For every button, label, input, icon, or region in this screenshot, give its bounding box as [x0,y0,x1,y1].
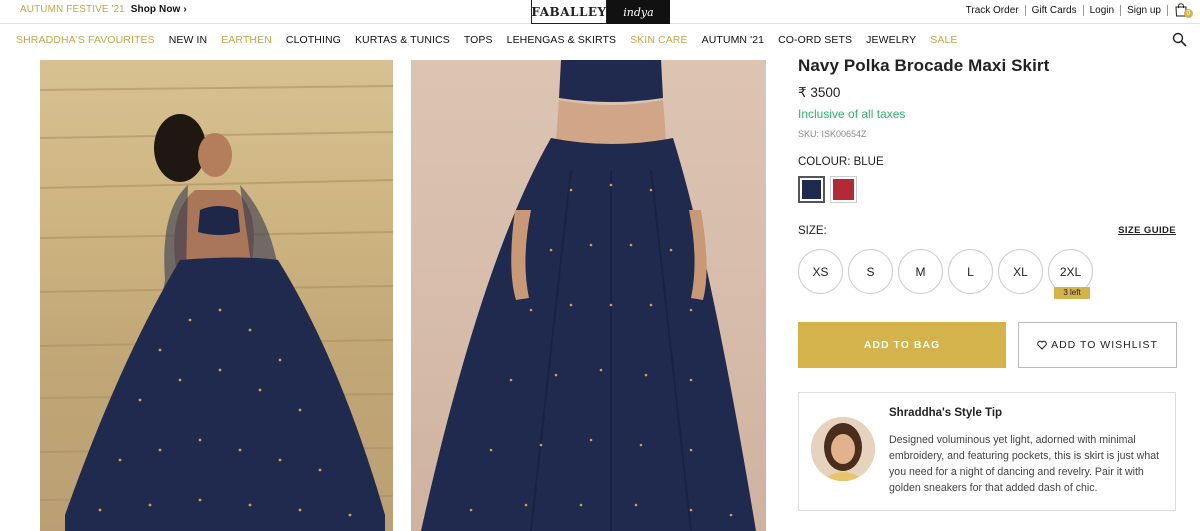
top-bar: AUTUMN FESTIVE '21 Shop Now › FABALLEY i… [0,0,1200,24]
shop-now-link[interactable]: Shop Now › [131,4,187,15]
add-to-wishlist-button[interactable]: ADD TO WISHLIST [1018,322,1177,368]
gift-cards-link[interactable]: Gift Cards [1026,4,1084,16]
avatar [811,417,875,481]
size-option-xs[interactable]: XS [798,249,843,294]
product-title: Navy Polka Brocade Maxi Skirt [798,56,1050,75]
size-option-xl[interactable]: XL [998,249,1043,294]
colour-label: COLOUR: BLUE [798,156,884,168]
nav-item-lehengas-skirts[interactable]: LEHENGAS & SKIRTS [507,34,616,46]
style-tip-card: Shraddha's Style Tip Designed voluminous… [798,392,1176,511]
nav-item-autumn-21[interactable]: AUTUMN '21 [702,34,765,46]
style-tip-text: Designed voluminous yet light, adorned w… [889,434,1160,494]
add-to-bag-button[interactable]: ADD TO BAG [798,322,1006,368]
nav-item-shraddhas-favourites[interactable]: SHRADDHA'S FAVOURITES [16,34,155,46]
size-label: SIZE: [798,225,827,237]
tax-note: Inclusive of all taxes [798,107,906,121]
heart-icon [1037,340,1047,350]
faballey-logo[interactable]: FABALLEY [531,0,607,24]
colour-swatches [798,176,1178,203]
purchase-actions: ADD TO BAG ADD TO WISHLIST [798,322,1178,368]
promo-label: AUTUMN FESTIVE '21 [20,4,125,15]
nav-item-earthen[interactable]: EARTHEN [221,34,272,46]
shopping-bag-icon[interactable]: 0 [1174,3,1193,18]
wishlist-label: ADD TO WISHLIST [1051,339,1158,351]
search-icon[interactable] [1172,32,1187,47]
nav-item-new-in[interactable]: NEW IN [169,34,208,46]
nav-item-clothing[interactable]: CLOTHING [286,34,341,46]
promo-banner[interactable]: AUTUMN FESTIVE '21 Shop Now › [20,4,187,15]
nav-item-sale[interactable]: SALE [930,34,957,46]
size-selector: XS S M L XL 2XL 3 left [798,249,1178,299]
nav-item-skin-care[interactable]: SKIN CARE [630,34,688,46]
brand-switcher: FABALLEY indya [531,0,670,24]
nav-item-jewelry[interactable]: JEWELRY [866,34,916,46]
main-nav: SHRADDHA'S FAVOURITES NEW IN EARTHEN CLO… [0,24,1200,56]
style-tip-title: Shraddha's Style Tip [889,407,1003,419]
size-option-m[interactable]: M [898,249,943,294]
size-option-s[interactable]: S [848,249,893,294]
chevron-right-icon: › [183,4,187,15]
utility-links: Track Order Gift Cards Login Sign up 0 [960,3,1193,18]
swatch-maroon[interactable] [830,176,857,203]
bag-count-badge: 0 [1184,9,1193,18]
colour-value: BLUE [853,156,884,168]
nav-item-kurtas-tunics[interactable]: KURTAS & TUNICS [355,34,450,46]
product-price: ₹ 3500 [798,85,841,100]
stock-badge: 3 left [1054,287,1090,299]
nav-item-co-ord-sets[interactable]: CO-ORD SETS [778,34,852,46]
track-order-link[interactable]: Track Order [960,4,1026,16]
swatch-navy[interactable] [798,176,825,203]
product-image-skirt-closeup[interactable] [411,60,766,531]
product-image-model-steps[interactable] [40,60,393,531]
sign-up-link[interactable]: Sign up [1121,4,1168,16]
size-option-l[interactable]: L [948,249,993,294]
login-link[interactable]: Login [1084,4,1122,16]
nav-items: SHRADDHA'S FAVOURITES NEW IN EARTHEN CLO… [16,34,972,46]
size-header: SIZE: SIZE GUIDE [798,225,1178,239]
product-details: Navy Polka Brocade Maxi Skirt ₹ 3500 Inc… [798,56,1178,511]
size-guide-link[interactable]: SIZE GUIDE [1118,225,1176,236]
indya-logo[interactable]: indya [607,0,670,24]
nav-item-tops[interactable]: TOPS [464,34,493,46]
product-sku: SKU: ISK00654Z [798,129,867,139]
